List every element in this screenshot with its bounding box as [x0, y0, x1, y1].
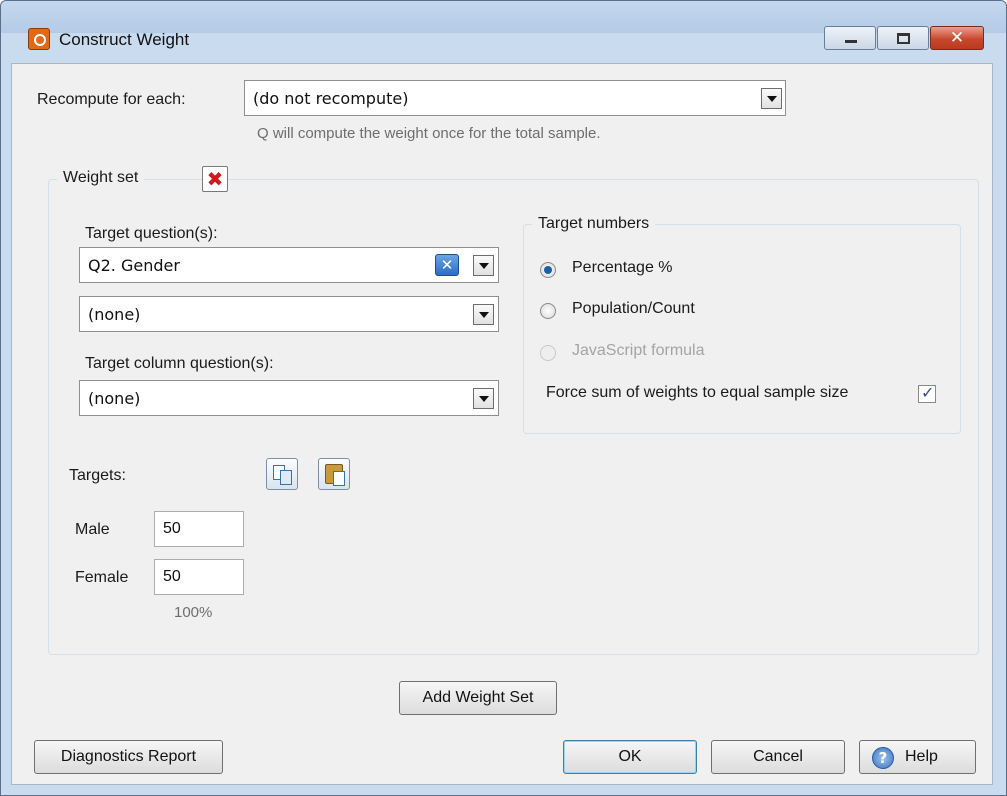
app-icon: [28, 28, 50, 50]
target-column-value: (none): [88, 389, 141, 408]
weight-set-legend: Weight set: [57, 169, 145, 187]
target-name-male: Male: [75, 521, 110, 538]
window-title: Construct Weight: [59, 30, 190, 49]
target-numbers-legend: Target numbers: [532, 215, 656, 233]
chevron-down-icon[interactable]: [473, 255, 494, 276]
copy-button[interactable]: [266, 458, 298, 490]
javascript-radio[interactable]: [540, 345, 556, 361]
target-question-value-2: (none): [88, 305, 141, 324]
target-value-female: 50: [163, 568, 181, 585]
population-radio[interactable]: [540, 303, 556, 319]
minimize-button[interactable]: [824, 26, 876, 50]
target-name-female: Female: [75, 569, 129, 586]
maximize-icon: [897, 33, 910, 44]
targets-total: 100%: [174, 604, 213, 621]
recompute-hint: Q will compute the weight once for the t…: [257, 125, 601, 142]
recompute-value: (do not recompute): [253, 89, 409, 108]
delete-icon: ✖: [206, 167, 224, 191]
recompute-select[interactable]: (do not recompute): [244, 80, 786, 116]
target-input-female[interactable]: 50: [154, 559, 244, 595]
force-sum-checkbox[interactable]: [918, 383, 936, 403]
help-button[interactable]: ? Help: [859, 740, 976, 774]
javascript-label: JavaScript formula: [572, 342, 705, 359]
clear-selection-icon[interactable]: ✕: [435, 254, 459, 276]
population-label: Population/Count: [572, 300, 695, 317]
chevron-down-icon[interactable]: [473, 304, 494, 325]
chevron-down-icon[interactable]: [473, 388, 494, 409]
delete-weight-set-button[interactable]: ✖: [202, 166, 228, 192]
target-question-select-1[interactable]: Q2. Gender ✕: [79, 247, 499, 283]
construct-weight-dialog: Construct Weight ✕ Recompute for each: (…: [0, 0, 1007, 796]
target-question-value-1: Q2. Gender: [88, 256, 180, 275]
recompute-label: Recompute for each:: [37, 91, 186, 108]
close-button[interactable]: ✕: [930, 26, 984, 50]
target-questions-label: Target question(s):: [85, 225, 218, 242]
target-question-select-2[interactable]: (none): [79, 296, 499, 332]
help-icon: ?: [872, 747, 894, 769]
add-weight-set-button[interactable]: Add Weight Set: [399, 681, 557, 715]
chevron-down-icon[interactable]: [761, 88, 782, 109]
ok-button[interactable]: OK: [563, 740, 697, 774]
target-numbers-group: [523, 224, 961, 434]
help-label: Help: [905, 748, 938, 765]
cancel-button[interactable]: Cancel: [711, 740, 845, 774]
targets-label: Targets:: [69, 467, 126, 484]
target-column-select[interactable]: (none): [79, 380, 499, 416]
target-input-male[interactable]: 50: [154, 511, 244, 547]
percentage-radio[interactable]: [540, 262, 556, 278]
minimize-icon: [845, 40, 857, 43]
diagnostics-report-button[interactable]: Diagnostics Report: [34, 740, 223, 774]
target-value-male: 50: [163, 520, 181, 537]
target-column-label: Target column question(s):: [85, 355, 274, 372]
maximize-button[interactable]: [877, 26, 929, 50]
paste-button[interactable]: [318, 458, 350, 490]
percentage-label: Percentage %: [572, 259, 673, 276]
force-sum-label: Force sum of weights to equal sample siz…: [546, 384, 849, 401]
close-icon: ✕: [949, 28, 965, 48]
